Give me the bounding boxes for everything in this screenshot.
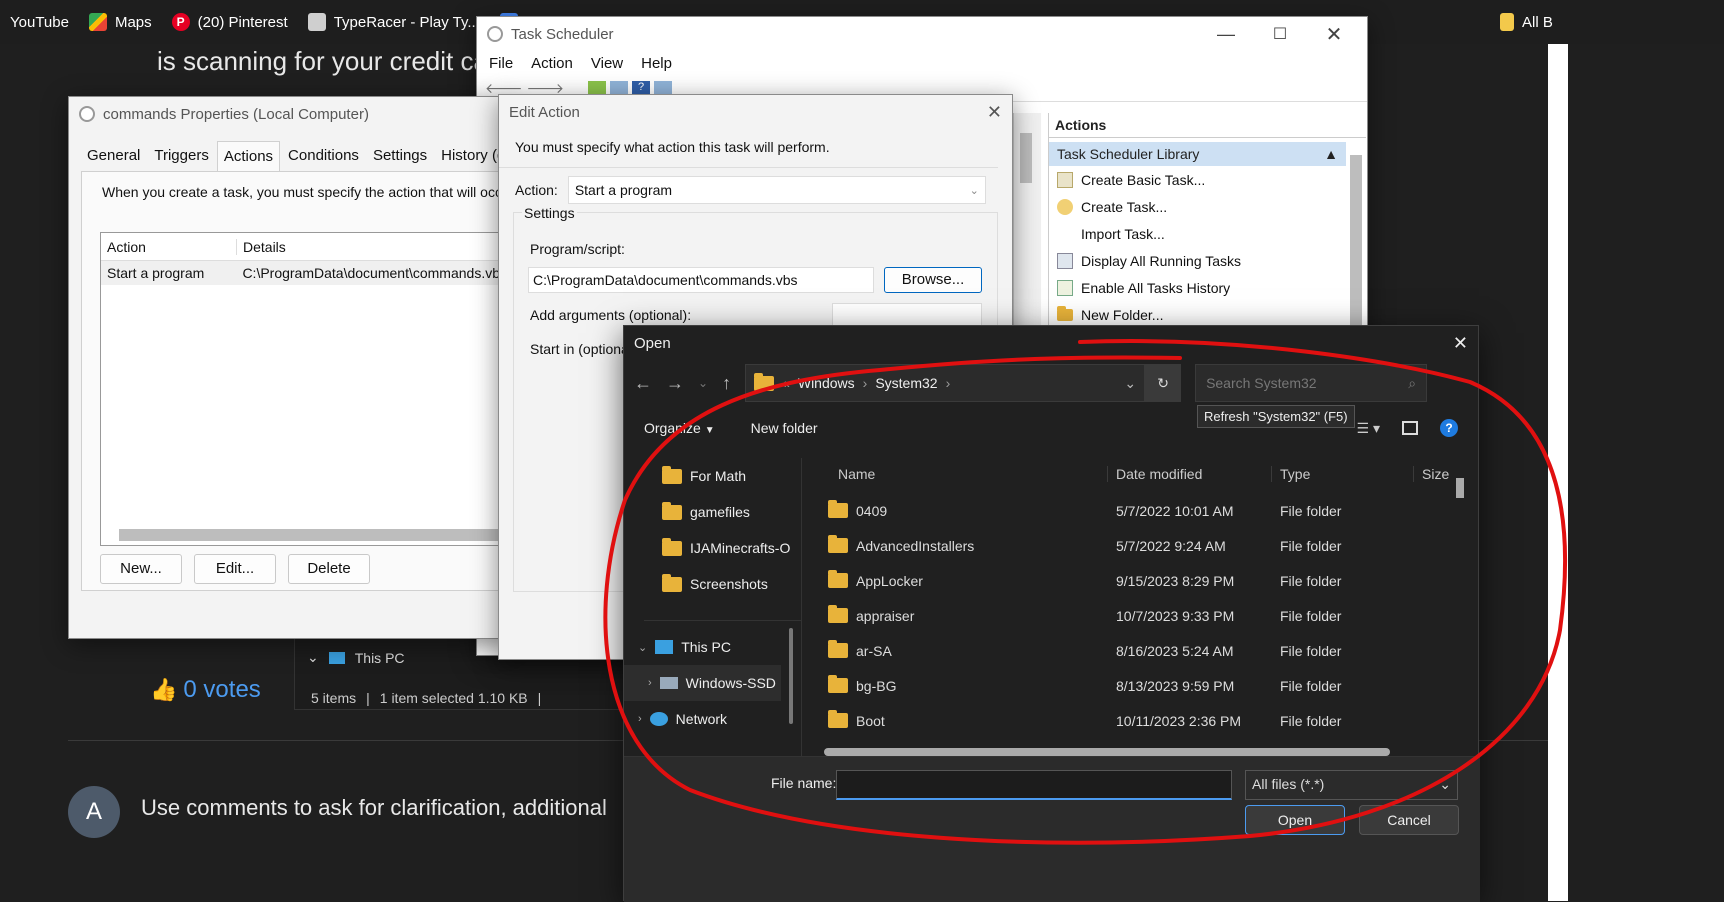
red-annotation [603,339,1568,845]
annotation-circle [603,339,1568,845]
